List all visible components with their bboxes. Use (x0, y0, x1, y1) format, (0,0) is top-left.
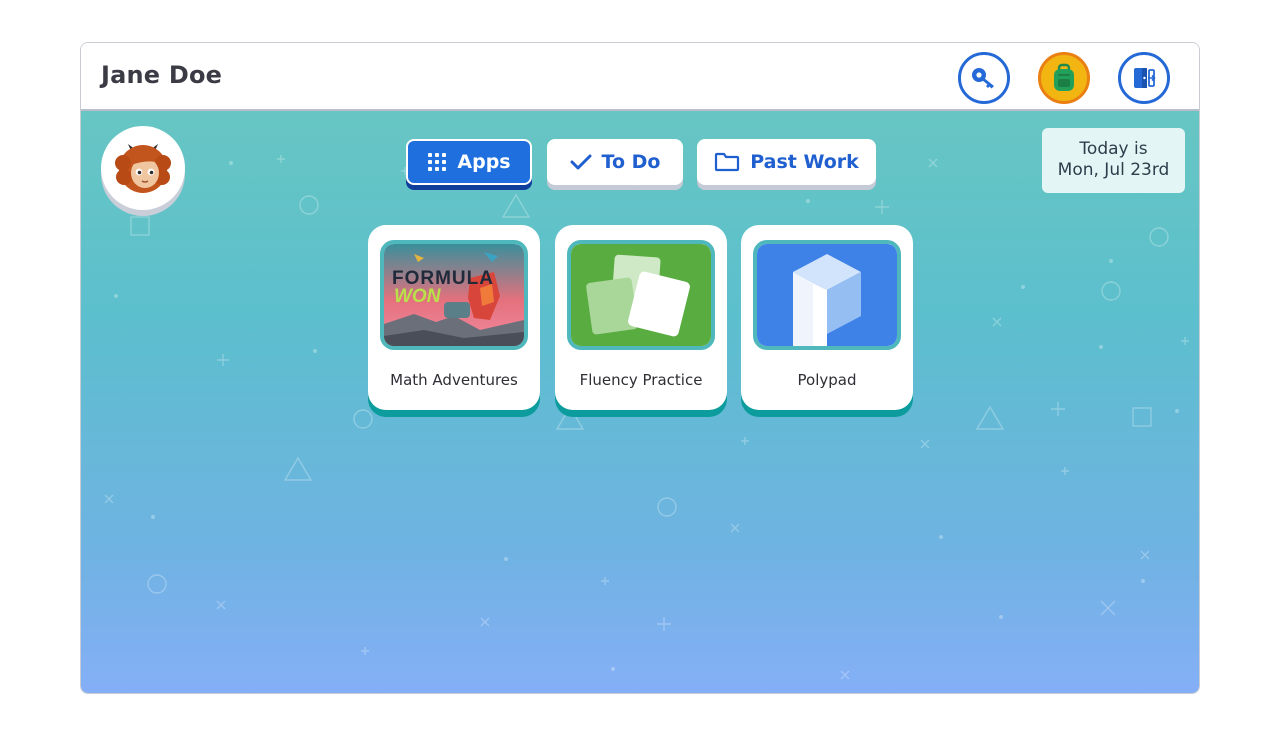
date-display: Today is Mon, Jul 23rd (1042, 128, 1185, 193)
app-thumbnail: FORMULA WON (380, 240, 528, 350)
user-name: Jane Doe (101, 61, 223, 89)
app-thumbnail (567, 240, 715, 350)
tab-past-work[interactable]: Past Work (697, 139, 876, 185)
backpack-button[interactable] (1038, 52, 1090, 104)
backpack-icon (1054, 63, 1074, 91)
app-label: Fluency Practice (579, 371, 703, 389)
exit-button[interactable] (1118, 52, 1170, 104)
checkmark-icon (570, 154, 592, 170)
tab-to-do-label: To Do (601, 151, 661, 173)
flashcards-icon (571, 244, 711, 346)
app-label: Math Adventures (390, 371, 518, 389)
tab-apps[interactable]: Apps (406, 139, 532, 185)
grid-icon (428, 153, 447, 171)
folder-icon (715, 152, 740, 172)
thumb-title-won: WON (394, 286, 442, 307)
date-caption: Today is (1079, 139, 1148, 159)
tab-past-work-label: Past Work (750, 151, 859, 173)
tab-to-do[interactable]: To Do (547, 139, 683, 185)
app-thumbnail (753, 240, 901, 350)
formula-won-thumbnail: FORMULA WON (384, 244, 524, 346)
tab-apps-label: Apps (457, 151, 511, 173)
exit-door-icon (1134, 68, 1156, 88)
app-window: Jane Doe Apps To Do Past Work Today is M… (80, 42, 1200, 694)
student-avatar-icon (115, 144, 171, 193)
key-icon (972, 68, 994, 89)
app-card-fluency-practice[interactable]: Fluency Practice (555, 225, 727, 410)
avatar[interactable] (101, 126, 185, 210)
main-stage: Apps To Do Past Work Today is Mon, Jul 2… (81, 111, 1199, 693)
key-button[interactable] (958, 52, 1010, 104)
date-value: Mon, Jul 23rd (1057, 160, 1170, 180)
top-bar: Jane Doe (81, 43, 1199, 111)
app-card-polypad[interactable]: Polypad (741, 225, 913, 410)
app-card-math-adventures[interactable]: FORMULA WON Math Adventures (368, 225, 540, 410)
polypad-cube-icon (757, 244, 897, 346)
app-label: Polypad (797, 371, 857, 389)
